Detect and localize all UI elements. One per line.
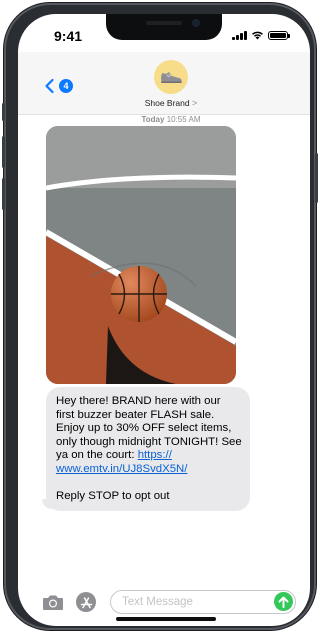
message-line: Enjoy up to 30% OFF select items, <box>56 422 232 434</box>
opt-out-text: Reply STOP to opt out <box>56 489 170 502</box>
basketball-court-photo <box>46 126 236 384</box>
timestamp-day: Today <box>141 115 165 124</box>
contact-name-row[interactable]: Shoe Brand > <box>18 98 310 108</box>
speaker-grille <box>146 21 182 25</box>
message-line: only though midnight TONIGHT! See <box>56 435 242 448</box>
message-link-continued[interactable]: www.emtv.in/UJ8SvdX5N/ <box>56 463 187 475</box>
chevron-left-icon <box>45 78 54 94</box>
timestamp-time: 10:55 AM <box>166 115 201 124</box>
arrow-up-icon <box>278 596 289 608</box>
message-line: Hey there! BRAND here with our <box>56 395 221 407</box>
battery-icon <box>268 30 290 40</box>
message-line: ya on the court: <box>56 449 138 461</box>
wifi-icon <box>252 31 263 40</box>
volume-down-button <box>2 178 5 210</box>
screen: 9:41 4 Shoe Brand > Today 10:55 AM Hey t… <box>18 14 310 626</box>
unread-count-badge: 4 <box>59 79 73 93</box>
cellular-signal-icon <box>232 30 247 40</box>
phone-frame: 9:41 4 Shoe Brand > Today 10:55 AM Hey t… <box>2 3 318 630</box>
power-button <box>315 153 318 203</box>
message-timestamp: Today 10:55 AM <box>18 115 310 124</box>
front-camera <box>192 19 200 27</box>
bubble-tail <box>42 499 52 509</box>
contact-avatar[interactable] <box>154 60 188 94</box>
contact-name: Shoe Brand <box>144 98 190 108</box>
camera-icon[interactable] <box>42 594 64 611</box>
send-button[interactable] <box>274 592 293 611</box>
message-line-with-link: ya on the court: https:// <box>56 449 250 463</box>
message-bubble: Hey there! BRAND here with our first buz… <box>46 387 250 511</box>
message-input[interactable]: Text Message <box>110 590 296 614</box>
message-link[interactable]: https:// <box>138 449 172 461</box>
home-indicator[interactable] <box>116 617 216 621</box>
app-store-glyph <box>80 596 92 608</box>
message-line: first buzzer beater FLASH sale. <box>56 408 215 421</box>
back-button[interactable]: 4 <box>42 78 73 94</box>
status-time: 9:41 <box>54 28 83 44</box>
volume-up-button <box>2 136 5 168</box>
status-icons <box>232 29 290 41</box>
mute-switch <box>2 103 5 121</box>
message-image[interactable] <box>46 126 236 384</box>
notch <box>106 14 222 40</box>
sneaker-icon <box>161 72 182 83</box>
conversation-header: 4 Shoe Brand > <box>18 52 310 115</box>
chevron-right-icon: > <box>192 98 198 108</box>
app-store-icon[interactable] <box>76 592 96 612</box>
